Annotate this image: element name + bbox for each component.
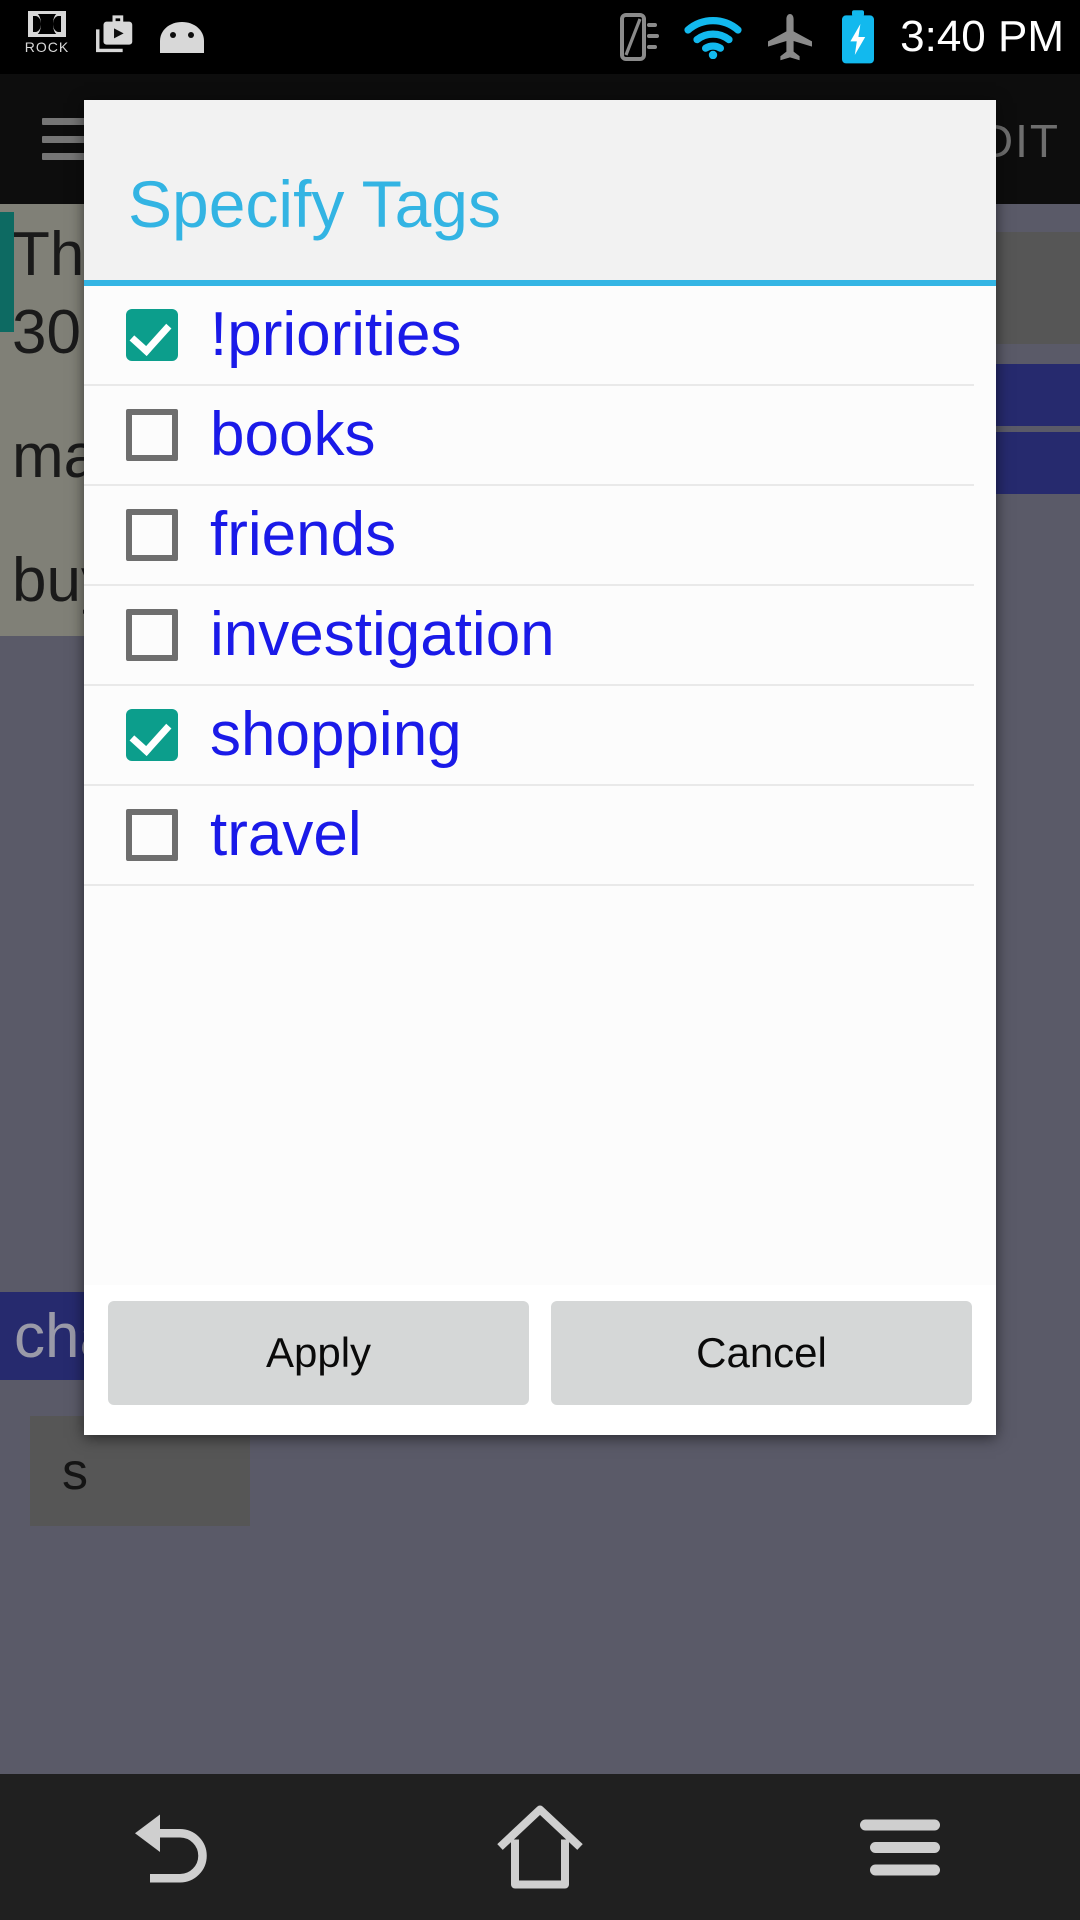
tag-checkbox-priorities[interactable] xyxy=(126,309,178,361)
note-accent-bar xyxy=(0,212,14,332)
tag-row-travel[interactable]: travel xyxy=(84,786,974,886)
tag-checkbox-friends[interactable] xyxy=(126,509,178,561)
tag-label: investigation xyxy=(210,600,555,669)
tag-row-friends[interactable]: friends xyxy=(84,486,974,586)
tag-row-investigation[interactable]: investigation xyxy=(84,586,974,686)
media-briefcase-icon xyxy=(96,15,133,53)
back-button[interactable] xyxy=(80,1774,280,1920)
airplane-mode-icon xyxy=(768,14,813,61)
dialog-footer: Apply Cancel xyxy=(84,1285,996,1435)
cancel-button[interactable]: Cancel xyxy=(551,1301,972,1405)
tag-label: !priorities xyxy=(210,300,462,369)
home-button[interactable] xyxy=(440,1774,640,1920)
apply-button[interactable]: Apply xyxy=(108,1301,529,1405)
menu-lines-icon xyxy=(860,1819,940,1876)
tag-list: !priorities books friends investigation … xyxy=(84,286,996,1285)
tag-checkbox-books[interactable] xyxy=(126,409,178,461)
tag-checkbox-shopping[interactable] xyxy=(126,709,178,761)
recent-apps-button[interactable] xyxy=(800,1774,1000,1920)
back-arrow-icon xyxy=(135,1814,207,1883)
dolby-rock-icon: ROCK xyxy=(20,11,74,63)
background-small-text: s xyxy=(62,1443,88,1501)
android-head-icon xyxy=(160,22,204,53)
dialog-title: Specify Tags xyxy=(128,167,501,241)
dialog-header: Specify Tags xyxy=(84,100,996,286)
tag-label: books xyxy=(210,400,376,469)
system-navigation-bar xyxy=(0,1774,1080,1920)
home-icon xyxy=(497,1805,583,1889)
tag-checkbox-travel[interactable] xyxy=(126,809,178,861)
status-bar-clock: 3:40 PM xyxy=(900,12,1064,61)
tag-checkbox-investigation[interactable] xyxy=(126,609,178,661)
tag-row-priorities[interactable]: !priorities xyxy=(84,286,974,386)
specify-tags-dialog: Specify Tags !priorities books friends i… xyxy=(84,100,996,1435)
tag-label: shopping xyxy=(210,700,462,769)
status-bar: ROCK 3:40 PM xyxy=(0,0,1080,74)
tag-label: travel xyxy=(210,800,362,869)
battery-charging-icon xyxy=(842,10,875,64)
tag-row-shopping[interactable]: shopping xyxy=(84,686,974,786)
vibrate-icon xyxy=(620,13,660,61)
tag-row-books[interactable]: books xyxy=(84,386,974,486)
tag-label: friends xyxy=(210,500,397,569)
wifi-icon xyxy=(684,17,742,59)
